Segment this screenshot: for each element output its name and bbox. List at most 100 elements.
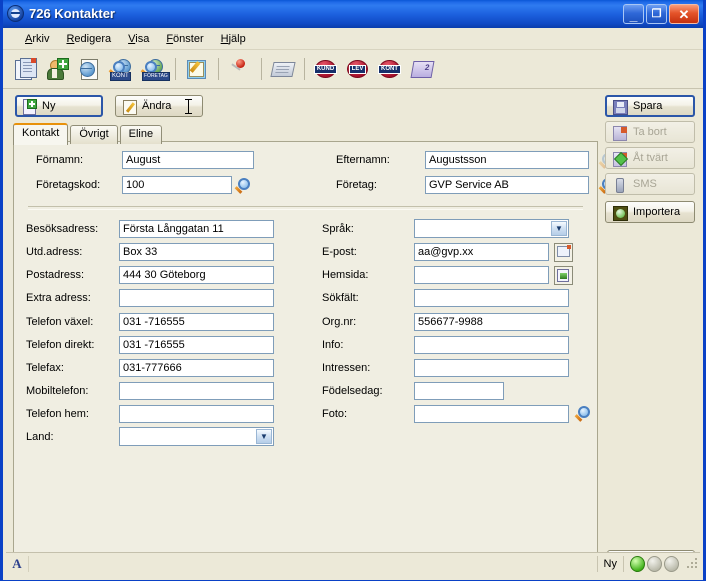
revert-button-label: Åt tvärt <box>633 152 668 164</box>
foretag-input[interactable] <box>425 176 589 194</box>
menu-redigera[interactable]: Redigera <box>58 31 119 47</box>
menu-visa-label: isa <box>135 32 150 45</box>
sms-button[interactable]: SMS <box>605 173 695 195</box>
utdadress-input[interactable] <box>119 243 274 261</box>
notepad-edit-icon[interactable] <box>182 54 212 84</box>
tab-kontakt[interactable]: Kontakt <box>13 123 69 145</box>
close-window-button[interactable]: ✕ <box>669 3 699 24</box>
delete-button[interactable]: Ta bort <box>605 121 695 143</box>
import-icon <box>612 205 628 221</box>
sokfalt-input[interactable] <box>414 289 569 307</box>
telefon-vaxel-input[interactable] <box>119 313 274 331</box>
documents-icon[interactable] <box>11 54 41 84</box>
label-telefon-direkt: Telefon direkt: <box>26 339 95 351</box>
telefon-direkt-input[interactable] <box>119 336 274 354</box>
label-fornamn: Förnamn: <box>36 154 84 166</box>
window-controls: _ ❐ ✕ <box>623 3 701 24</box>
new-contact-person-icon[interactable] <box>43 54 73 84</box>
menu-visa[interactable]: Visa <box>120 31 157 47</box>
edit-button-label: Ändra <box>142 100 172 112</box>
menu-hjalp-label: jälp <box>228 32 246 45</box>
undo-icon <box>612 151 629 167</box>
supplier-stop-icon[interactable]: LEV <box>343 54 373 84</box>
mobiltelefon-input[interactable] <box>119 382 274 400</box>
customer-stop-icon[interactable]: KUND <box>311 54 341 84</box>
foto-search-icon[interactable] <box>574 405 593 422</box>
label-telefon-vaxel: Telefon växel: <box>26 316 94 328</box>
trash-icon <box>612 125 627 141</box>
intressen-input[interactable] <box>414 359 569 377</box>
toolbar-separator <box>218 58 219 80</box>
extra-adress-input[interactable] <box>119 289 274 307</box>
import-button[interactable]: Importera <box>605 201 695 223</box>
card-file-icon[interactable] <box>268 54 298 84</box>
record-action-buttons: Ny Ändra <box>15 95 203 117</box>
status-bar: A Ny <box>6 552 700 575</box>
open-website-icon[interactable] <box>554 266 573 285</box>
telefon-hem-input[interactable] <box>119 405 274 423</box>
epost-input[interactable] <box>414 243 549 261</box>
revert-button[interactable]: Åt tvärt <box>605 147 695 169</box>
label-besoksadress: Besöksadress: <box>26 223 99 235</box>
new-button[interactable]: Ny <box>15 95 103 117</box>
web-page-icon[interactable] <box>75 54 105 84</box>
maximize-icon: ❐ <box>651 7 662 20</box>
led-indicator-1 <box>630 556 645 572</box>
label-intressen: Intressen: <box>322 362 371 374</box>
foretagskod-input[interactable] <box>122 176 232 194</box>
hemsida-input[interactable] <box>414 266 549 284</box>
menu-hjalp[interactable]: Hjälp <box>213 31 254 47</box>
search-company-icon[interactable]: FÖRETAG <box>139 54 170 84</box>
tab-ovrigt[interactable]: Övrigt <box>70 125 118 144</box>
save-button[interactable]: Spara <box>605 95 695 117</box>
orgnr-input[interactable] <box>414 313 569 331</box>
label-land: Land: <box>26 431 54 443</box>
tab-strip: Kontakt Övrigt Eline <box>13 122 163 145</box>
import-button-label: Importera <box>633 206 681 218</box>
pin-icon[interactable] <box>225 54 255 84</box>
minimize-button[interactable]: _ <box>623 3 644 24</box>
address-book-icon[interactable] <box>407 54 437 84</box>
label-telefax: Telefax: <box>26 362 64 374</box>
fornamn-input[interactable] <box>122 151 254 169</box>
efternamn-input[interactable] <box>425 151 589 169</box>
resize-grip[interactable] <box>687 558 699 570</box>
form-divider <box>28 206 583 210</box>
label-foto: Foto: <box>322 408 348 420</box>
besoksadress-input[interactable] <box>119 220 274 238</box>
label-efternamn: Efternamn: <box>336 154 390 166</box>
send-email-icon[interactable] <box>554 243 573 262</box>
toolbar-separator <box>261 58 262 80</box>
mobile-icon <box>612 177 627 193</box>
label-fodelsedag: Födelsedag: <box>322 385 383 397</box>
supplier-stop-label: LEV <box>348 64 367 74</box>
status-app-icon: A <box>6 556 28 572</box>
foto-input[interactable] <box>414 405 569 423</box>
postadress-input[interactable] <box>119 266 274 284</box>
application-window: 726 Kontakter _ ❐ ✕ Arkiv Redigera Visa … <box>0 0 706 581</box>
menu-fonster[interactable]: Fönster <box>158 31 211 47</box>
status-glyph: A <box>12 556 22 571</box>
foretagskod-search-icon[interactable] <box>234 177 253 194</box>
tab-eline[interactable]: Eline <box>119 125 163 144</box>
info-input[interactable] <box>414 336 569 354</box>
floppy-disk-icon <box>612 99 628 115</box>
search-contact-icon[interactable]: KONT <box>107 54 137 84</box>
label-mobiltelefon: Mobiltelefon: <box>26 385 89 397</box>
fodelsedag-input[interactable] <box>414 382 504 400</box>
customer-stop-label: KUND <box>313 64 338 74</box>
contact-form-panel: Förnamn: Efternamn: Företagskod: Företag… <box>13 141 614 570</box>
land-select[interactable]: ▼ <box>119 427 274 446</box>
maximize-button[interactable]: ❐ <box>646 3 667 24</box>
label-hemsida: Hemsida: <box>322 269 369 281</box>
contact-stop-icon[interactable]: KONT <box>375 54 405 84</box>
menu-arkiv[interactable]: Arkiv <box>17 31 57 47</box>
tab-kontakt-label: Kontakt <box>22 127 60 139</box>
toolbar-separator <box>175 58 176 80</box>
led-indicator-2 <box>647 556 662 572</box>
telefax-input[interactable] <box>119 359 274 377</box>
sprak-select[interactable]: ▼ <box>414 219 569 238</box>
led-indicator-3 <box>664 556 679 572</box>
menu-fonster-label: önster <box>173 32 204 45</box>
edit-button[interactable]: Ändra <box>115 95 203 117</box>
